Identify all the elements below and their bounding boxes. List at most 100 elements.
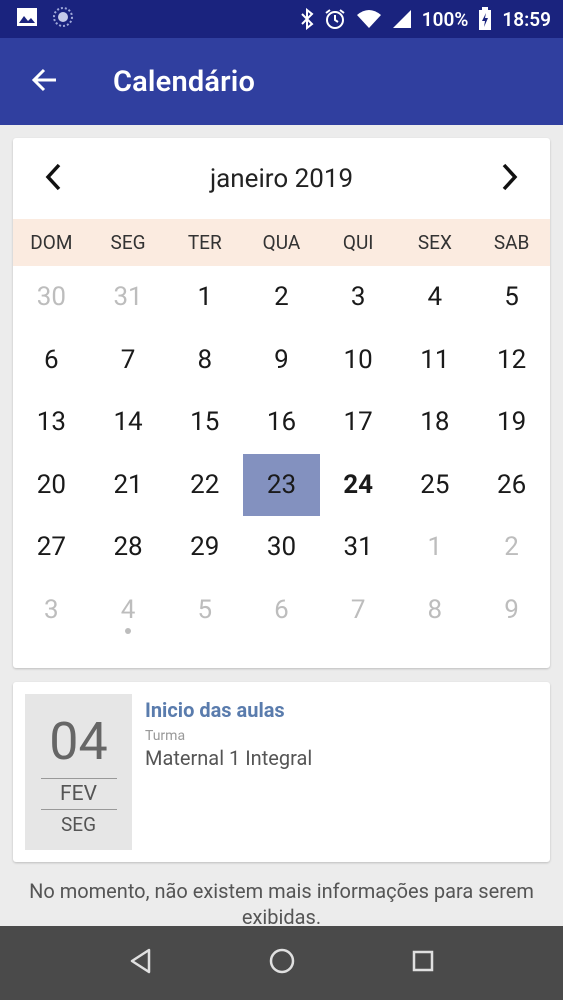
calendar-day-label: 31	[343, 532, 373, 563]
calendar-day[interactable]: 18	[397, 391, 474, 454]
calendar-day[interactable]: 4	[397, 266, 474, 329]
calendar-day[interactable]: 1	[397, 516, 474, 579]
circle-home-icon	[269, 948, 295, 978]
calendar-day-selected[interactable]: 23	[243, 453, 320, 516]
calendar-day[interactable]: 25	[397, 454, 474, 517]
calendar-day[interactable]: 8	[397, 579, 474, 642]
calendar-day-label: 7	[120, 344, 136, 375]
calendar-day[interactable]: 6	[243, 579, 320, 642]
weekday-label: SEX	[417, 231, 452, 254]
calendar-day[interactable]: 21	[90, 454, 167, 517]
calendar-day[interactable]: 2	[243, 266, 320, 329]
calendar-day-label: 13	[36, 407, 66, 438]
calendar-day[interactable]: 8	[166, 329, 243, 392]
calendar-day-label: 25	[420, 469, 450, 500]
back-button[interactable]	[0, 38, 90, 125]
calendar-day[interactable]: 31	[320, 516, 397, 579]
calendar-day[interactable]: 28	[90, 516, 167, 579]
calendar-day-label: 5	[504, 282, 519, 313]
previous-month-button[interactable]	[13, 138, 93, 219]
calendar-day[interactable]: 16	[243, 391, 320, 454]
calendar-day[interactable]: 3	[320, 266, 397, 329]
calendar-day-label: 30	[266, 532, 297, 563]
calendar-day[interactable]: 29	[166, 516, 243, 579]
calendar-day[interactable]: 10	[320, 329, 397, 392]
calendar-day[interactable]: 30	[243, 516, 320, 579]
empty-message: No momento, não existem mais informações…	[29, 879, 534, 929]
calendar-day[interactable]: 22	[166, 454, 243, 517]
event-month: FEV	[60, 782, 97, 806]
calendar-day-label: 30	[36, 282, 66, 313]
calendar-day[interactable]: 2	[473, 516, 550, 579]
calendar-day[interactable]: 5	[473, 266, 550, 329]
weekday-header: DOM SEG TER QUA QUI SEX SAB	[13, 219, 550, 266]
event-group-label: Turma	[145, 728, 186, 744]
calendar-day-today[interactable]: 24	[320, 454, 397, 517]
calendar-day[interactable]: 7	[90, 329, 167, 392]
calendar-day[interactable]: 13	[13, 391, 90, 454]
event-title: Inicio das aulas	[145, 698, 285, 722]
calendar-day-label: 6	[44, 344, 59, 375]
calendar-day[interactable]: 7	[320, 579, 397, 642]
battery-percentage: 100%	[421, 7, 469, 31]
calendar-day[interactable]: 11	[397, 329, 474, 392]
calendar-day-label: 12	[496, 344, 527, 375]
calendar-day[interactable]: 31	[90, 266, 167, 329]
calendar-day-label: 5	[197, 594, 213, 625]
calendar-day-label: 20	[36, 469, 66, 500]
calendar-day[interactable]: 17	[320, 391, 397, 454]
calendar-day-label: 18	[420, 407, 450, 438]
weekday-label: SEG	[110, 231, 146, 254]
status-bar: 100% 18:59	[0, 0, 563, 38]
calendar-day-label: 29	[190, 532, 220, 563]
month-label: janeiro 2019	[209, 163, 354, 194]
calendar-day-label: 15	[190, 407, 220, 438]
system-back-button[interactable]	[111, 933, 171, 993]
calendar-day[interactable]: 6	[13, 329, 90, 392]
calendar-day[interactable]: 20	[13, 454, 90, 517]
calendar-day-label: 24	[343, 469, 374, 500]
calendar-day-label: 27	[36, 532, 66, 563]
event-day: 04	[49, 711, 108, 772]
calendar-day-label: 2	[274, 282, 289, 313]
calendar-day[interactable]: 26	[473, 454, 550, 517]
app-bar: Calendário	[0, 38, 563, 125]
calendar-header: janeiro 2019	[13, 138, 550, 219]
arrow-left-icon	[31, 68, 58, 96]
calendar-day[interactable]: 14	[90, 391, 167, 454]
chevron-left-icon	[44, 163, 62, 195]
event-info: Inicio das aulas Turma Maternal 1 Integr…	[145, 698, 312, 770]
calendar-day-label: 17	[343, 407, 373, 438]
calendar-day[interactable]: 1	[166, 266, 243, 329]
calendar-day[interactable]: 12	[473, 329, 550, 392]
calendar-day-label: 26	[496, 469, 527, 500]
calendar-day-label: 10	[343, 344, 373, 375]
event-card[interactable]: 04 FEV SEG Inicio das aulas Turma Matern…	[13, 682, 550, 862]
calendar-day-label: 4	[120, 594, 136, 625]
calendar-day-label: 3	[350, 282, 366, 313]
calendar-day-label: 21	[113, 469, 143, 500]
next-month-button[interactable]	[470, 138, 550, 219]
weekday-label: SAB	[493, 231, 530, 254]
event-weekday: SEG	[60, 813, 97, 836]
calendar-day-label: 3	[44, 594, 59, 625]
weekday-label: TER	[187, 231, 222, 254]
calendar-card: janeiro 2019 DOM SEG TER QUA QUI SEX SAB…	[13, 138, 550, 668]
calendar-day[interactable]: 9	[473, 579, 550, 642]
system-home-button[interactable]	[252, 933, 312, 993]
calendar-day-label: 16	[266, 407, 297, 438]
calendar-day-label: 1	[427, 532, 443, 563]
bluetooth-icon	[300, 8, 314, 30]
calendar-day[interactable]: 9	[243, 329, 320, 392]
calendar-day[interactable]: 4	[90, 579, 167, 642]
calendar-day[interactable]: 3	[13, 579, 90, 642]
calendar-day[interactable]: 27	[13, 516, 90, 579]
calendar-day[interactable]: 5	[166, 579, 243, 642]
system-recents-button[interactable]	[393, 933, 453, 993]
calendar-day[interactable]: 15	[166, 391, 243, 454]
calendar-day[interactable]: 19	[473, 391, 550, 454]
calendar-day-label: 8	[427, 594, 443, 625]
alarm-icon	[324, 8, 346, 30]
triangle-back-icon	[129, 948, 153, 978]
calendar-day[interactable]: 30	[13, 266, 90, 329]
